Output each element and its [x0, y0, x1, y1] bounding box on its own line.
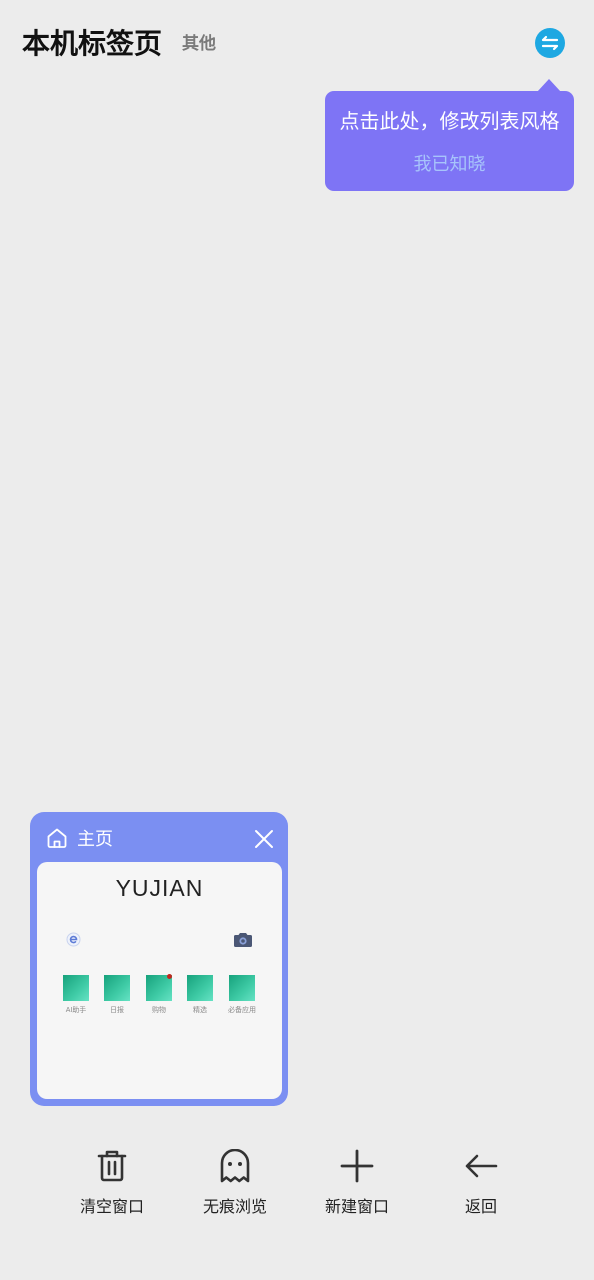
- tooltip-message: 点击此处，修改列表风格: [339, 111, 560, 133]
- swap-icon: [541, 35, 559, 51]
- tooltip-dismiss-button[interactable]: 我已知晓: [325, 152, 574, 176]
- tab-other[interactable]: 其他: [182, 33, 216, 55]
- toolbar-label: 新建窗口: [324, 1199, 389, 1216]
- home-icon: [47, 828, 67, 848]
- browser-e-icon: [66, 932, 81, 947]
- shortcut-icon: [146, 974, 172, 1001]
- shortcut-icon: [104, 975, 130, 1001]
- back-button[interactable]: 返回: [431, 1148, 531, 1218]
- tab-manager-screen: 本机标签页 其他 点击此处，修改列表风格 我已知晓 主页 YUJIAN AI助手…: [0, 0, 594, 1280]
- tab-title: 主页: [77, 829, 113, 849]
- new-window-button[interactable]: 新建窗口: [307, 1148, 407, 1218]
- shortcut-label: 精选: [193, 1007, 207, 1014]
- camera-icon: [234, 933, 252, 947]
- back-arrow-icon: [465, 1154, 498, 1178]
- trash-icon: [97, 1150, 127, 1182]
- close-icon[interactable]: [253, 828, 275, 850]
- badge-dot: [167, 974, 172, 979]
- shortcut-icon: [229, 975, 255, 1001]
- shortcut-item[interactable]: 日报: [97, 975, 137, 1015]
- shortcut-item[interactable]: 必备应用: [222, 975, 262, 1015]
- toolbar-label: 清空窗口: [79, 1199, 144, 1216]
- preview-logo: YUJIAN: [115, 875, 204, 901]
- shortcut-label: 购物: [152, 1007, 166, 1014]
- shortcut-item[interactable]: AI助手: [56, 975, 96, 1015]
- ghost-icon: [220, 1149, 250, 1183]
- shortcut-label: AI助手: [65, 1007, 87, 1014]
- toolbar-label: 无痕浏览: [202, 1199, 267, 1216]
- toolbar-label: 返回: [464, 1199, 497, 1216]
- style-hint-tooltip: 点击此处，修改列表风格 我已知晓: [325, 91, 574, 191]
- shortcut-icon: [63, 975, 89, 1001]
- incognito-button[interactable]: 无痕浏览: [185, 1148, 285, 1218]
- tab-card[interactable]: 主页 YUJIAN AI助手 日报 购物 精选 必备应用: [30, 812, 288, 1106]
- plus-icon: [340, 1149, 374, 1183]
- shortcut-label: 必备应用: [228, 1007, 256, 1014]
- shortcut-label: 日报: [110, 1007, 124, 1014]
- shortcut-item[interactable]: 购物: [139, 974, 179, 1015]
- page-title: 本机标签页: [22, 28, 163, 59]
- shortcut-item[interactable]: 精选: [180, 975, 220, 1015]
- shortcut-icon: [187, 975, 213, 1001]
- tab-preview-thumbnail[interactable]: YUJIAN AI助手 日报 购物 精选 必备应用: [37, 862, 282, 1099]
- clear-windows-button[interactable]: 清空窗口: [62, 1148, 162, 1218]
- list-style-switch-button[interactable]: [535, 28, 565, 58]
